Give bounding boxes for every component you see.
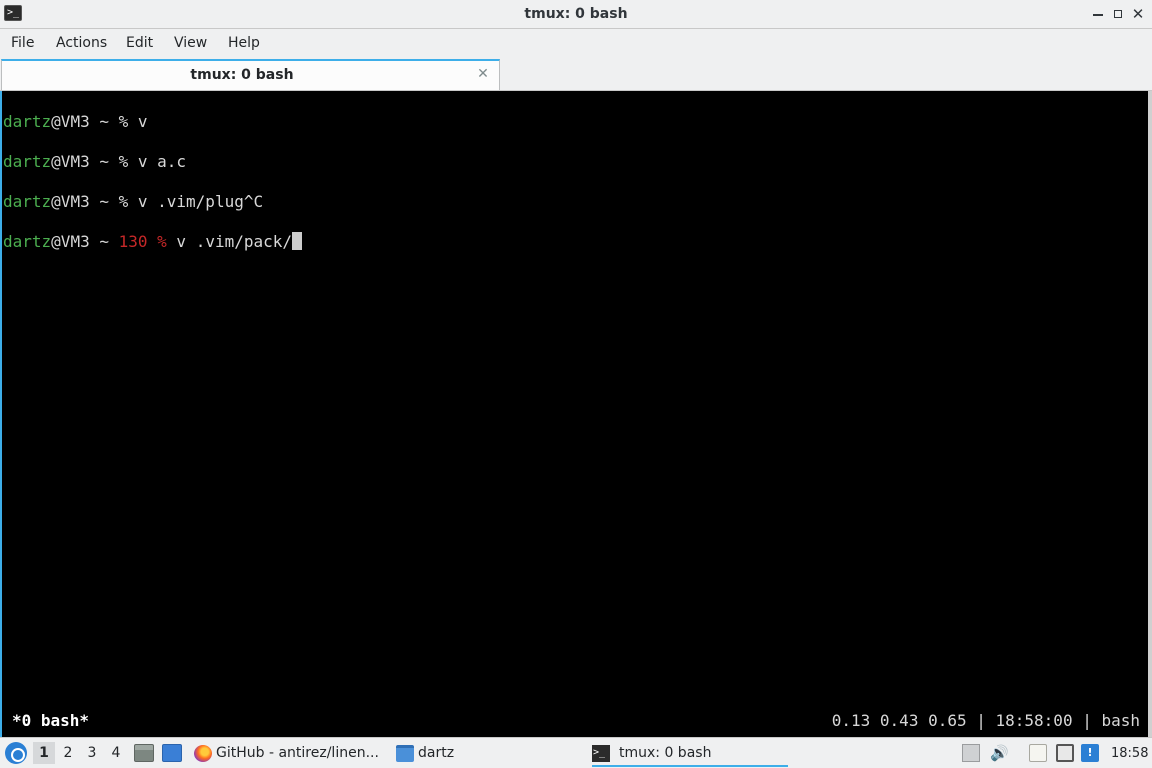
clipboard-icon[interactable]: [1029, 744, 1047, 762]
minimize-icon[interactable]: [1089, 5, 1107, 23]
close-icon[interactable]: ✕: [1129, 5, 1147, 23]
workspace-2[interactable]: 2: [57, 742, 79, 764]
menu-edit[interactable]: Edit: [125, 29, 154, 57]
menu-view[interactable]: View: [173, 29, 208, 57]
prompt-host: @VM3 ~: [51, 112, 119, 131]
prompt-user: dartz: [3, 232, 52, 251]
start-menu-icon[interactable]: [5, 742, 27, 764]
task-tmux[interactable]: >_ tmux: 0 bash: [592, 740, 788, 767]
tmux-status-info: 0.13 0.43 0.65 | 18:58:00 | bash: [831, 711, 1140, 730]
terminal-line: dartz@VM3 ~ % v .vim/plug^C: [3, 191, 263, 213]
terminal-line: dartz@VM3 ~ % v: [3, 111, 148, 133]
command-text: v .vim/pack/: [176, 232, 293, 251]
tmux-window-list[interactable]: *0 bash*: [12, 710, 89, 732]
workspace-1[interactable]: 1: [33, 742, 55, 764]
window-title: tmux: 0 bash: [524, 6, 628, 22]
text-cursor: [292, 232, 303, 250]
tray-arrow-icon[interactable]: [962, 744, 980, 762]
prompt-host: @VM3 ~: [51, 192, 119, 211]
task-folder-dartz[interactable]: dartz: [396, 740, 486, 767]
notification-icon[interactable]: !: [1081, 744, 1099, 762]
window-titlebar[interactable]: >_ tmux: 0 bash ✕: [0, 0, 1152, 29]
menu-file[interactable]: File: [10, 29, 35, 57]
task-label: GitHub - antirez/linen...: [216, 745, 379, 761]
exit-code: 130: [118, 232, 148, 251]
command-text: v: [137, 112, 148, 131]
maximize-icon[interactable]: [1109, 5, 1127, 23]
prompt-user: dartz: [3, 192, 52, 211]
firefox-icon: [194, 745, 212, 762]
menu-help[interactable]: Help: [227, 29, 261, 57]
prompt-symbol: %: [118, 112, 138, 131]
terminal-view[interactable]: dartz@VM3 ~ % v dartz@VM3 ~ % v a.c dart…: [0, 91, 1152, 737]
prompt-symbol: %: [147, 232, 177, 251]
terminal-line: dartz@VM3 ~ 130 % v .vim/pack/: [3, 231, 303, 253]
terminal-line: dartz@VM3 ~ % v a.c: [3, 151, 186, 173]
tab-label: tmux: 0 bash: [190, 67, 294, 83]
folder-icon: [396, 745, 414, 762]
file-manager-icon[interactable]: [134, 744, 154, 762]
clock[interactable]: 18:58: [1111, 738, 1148, 768]
tab-close-icon[interactable]: ✕: [475, 66, 491, 82]
tab-tmux[interactable]: tmux: 0 bash ✕: [1, 59, 500, 90]
tab-bar: tmux: 0 bash ✕: [0, 57, 1152, 91]
workspace-3[interactable]: 3: [81, 742, 103, 764]
menu-bar: File Actions Edit View Help: [0, 29, 1152, 57]
task-label: dartz: [418, 745, 455, 761]
command-text: v .vim/plug^C: [137, 192, 264, 211]
network-icon[interactable]: [1056, 744, 1074, 762]
taskbar: 1 2 3 4 GitHub - antirez/linen... dartz …: [0, 737, 1152, 768]
show-desktop-icon[interactable]: [162, 744, 182, 762]
prompt-host: @VM3 ~: [51, 232, 119, 251]
workspace-4[interactable]: 4: [105, 742, 127, 764]
terminal-icon: >_: [592, 745, 610, 762]
prompt-user: dartz: [3, 112, 52, 131]
prompt-symbol: %: [118, 152, 138, 171]
prompt-host: @VM3 ~: [51, 152, 119, 171]
volume-icon[interactable]: 🔊: [990, 744, 1009, 762]
task-label: tmux: 0 bash: [619, 745, 712, 761]
menu-actions[interactable]: Actions: [55, 29, 108, 57]
command-text: v a.c: [137, 152, 187, 171]
prompt-user: dartz: [3, 152, 52, 171]
prompt-symbol: %: [118, 192, 138, 211]
task-firefox[interactable]: GitHub - antirez/linen...: [194, 740, 384, 767]
